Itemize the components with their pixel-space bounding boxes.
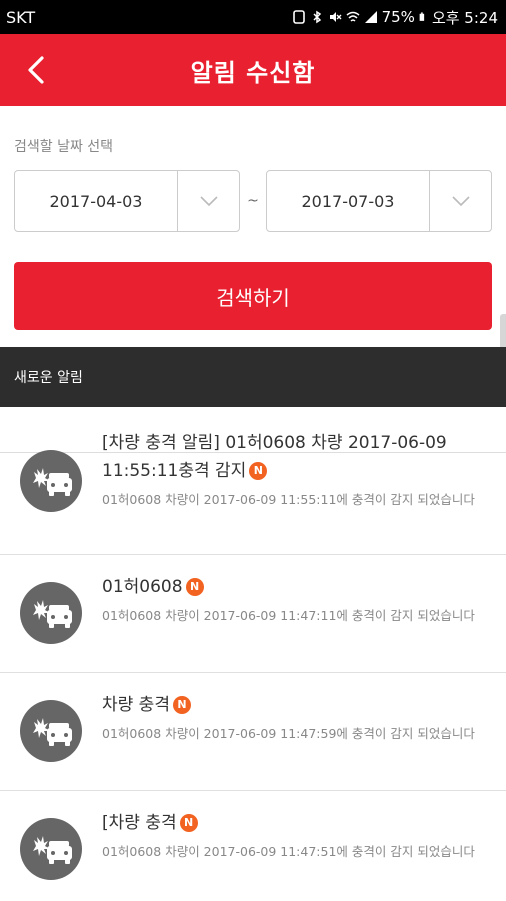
battery-percent: 75%: [381, 8, 415, 26]
section-header: 새로운 알림: [0, 347, 506, 407]
item-title: [차량 충격 알림] 01허0608 차량 2017-06-09 11:55:1…: [102, 429, 486, 485]
battery-icon: [419, 12, 425, 21]
chevron-down-icon: [199, 196, 218, 207]
status-icons: 75% 오후 5:24: [292, 7, 498, 28]
item-title: 차량 충격 N: [102, 691, 486, 719]
item-title-text: 01허0608: [102, 577, 183, 597]
end-date-value: 2017-07-03: [301, 191, 395, 211]
item-text: [차량 충격 알림] 01허0608 차량 2017-06-09 11:55:1…: [82, 429, 506, 554]
carrier-label: SKT: [6, 7, 36, 27]
icon-container: [20, 573, 82, 653]
icon-container: [20, 809, 82, 889]
end-date-picker[interactable]: 2017-07-03: [266, 170, 492, 232]
list-item[interactable]: [차량 충격 N 01허0608 차량이 2017-06-09 11:47:51에…: [0, 791, 506, 901]
wifi-icon: [346, 11, 360, 22]
new-badge: N: [179, 814, 198, 832]
icon-container: [20, 429, 82, 533]
search-button[interactable]: 검색하기: [14, 262, 492, 330]
start-date-picker[interactable]: 2017-04-03: [14, 170, 240, 232]
status-bar: SKT 75% 오후 5:24: [0, 0, 506, 34]
car-crash-icon: [20, 700, 82, 762]
car-crash-icon: [20, 450, 82, 512]
signal-icon: [364, 11, 377, 23]
item-title: [차량 충격 N: [102, 809, 486, 837]
car-crash-icon: [20, 582, 82, 644]
item-title: 01허0608 N: [102, 573, 486, 601]
end-date-dropdown[interactable]: [429, 171, 491, 231]
list-item[interactable]: 차량 충격 N 01허0608 차량이 2017-06-09 11:47:59에 …: [0, 673, 506, 791]
icon-container: [20, 691, 82, 771]
notification-list: [차량 충격 알림] 01허0608 차량 2017-06-09 11:55:1…: [0, 407, 506, 901]
app-header: 알림 수신함: [0, 34, 506, 106]
start-date-dropdown[interactable]: [177, 171, 239, 231]
item-body: 01허0608 차량이 2017-06-09 11:55:11에 충격이 감지 …: [102, 492, 475, 507]
item-body: 01허0608 차량이 2017-06-09 11:47:11에 충격이 감지 …: [102, 608, 475, 623]
nfc-icon: [292, 10, 305, 24]
page-title: 알림 수신함: [190, 58, 316, 87]
date-select-label: 검색할 날짜 선택: [14, 139, 114, 155]
list-item[interactable]: [차량 충격 알림] 01허0608 차량 2017-06-09 11:55:1…: [0, 407, 506, 555]
date-separator: ~: [247, 193, 259, 209]
item-body: 01허0608 차량이 2017-06-09 11:47:59에 충격이 감지 …: [102, 726, 475, 741]
list-item[interactable]: 01허0608 N 01허0608 차량이 2017-06-09 11:47:11…: [0, 555, 506, 673]
mute-icon: [329, 12, 342, 22]
item-body: 01허0608 차량이 2017-06-09 11:47:51에 충격이 감지 …: [102, 844, 475, 859]
new-badge: N: [249, 462, 268, 480]
new-badge: N: [172, 696, 191, 714]
clock-time: 오후 5:24: [431, 8, 498, 27]
chevron-left-icon[interactable]: [20, 52, 56, 88]
item-text: [차량 충격 N 01허0608 차량이 2017-06-09 11:47:51에…: [82, 809, 506, 901]
item-text: 차량 충격 N 01허0608 차량이 2017-06-09 11:47:59에 …: [82, 691, 506, 790]
item-title-text: 차량 충격: [102, 695, 170, 715]
start-date-value: 2017-04-03: [49, 191, 143, 211]
item-title-text: [차량 충격 알림] 01허0608 차량 2017-06-09 11:55:1…: [102, 433, 447, 481]
new-badge: N: [185, 578, 204, 596]
car-crash-icon: [20, 818, 82, 880]
chevron-down-icon: [451, 196, 470, 207]
date-range-row: 2017-04-03 ~ 2017-07-03: [14, 170, 492, 232]
item-title-text: [차량 충격: [102, 813, 177, 833]
bluetooth-icon: [313, 10, 321, 24]
item-text: 01허0608 N 01허0608 차량이 2017-06-09 11:47:11…: [82, 573, 506, 672]
